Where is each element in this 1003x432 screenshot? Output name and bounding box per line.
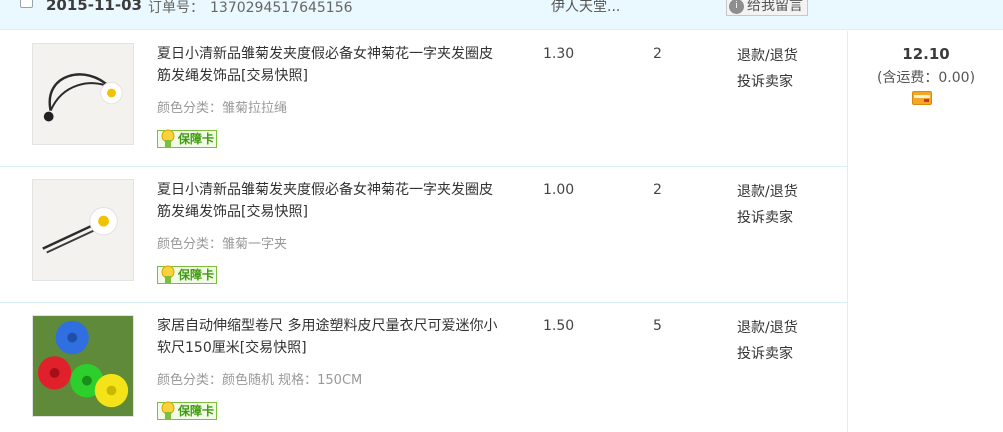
product-thumbnail[interactable] [32, 179, 134, 281]
daisy-hair-tie-icon [33, 44, 133, 144]
quantity: 5 [653, 318, 662, 334]
guarantee-hand-icon [161, 401, 175, 419]
product-title-link[interactable]: 夏日小清新品雏菊发夹度假必备女神菊花一字夹发圈皮筋发绳发饰品[交易快照] [157, 179, 502, 223]
order-number-value: 1370294517645156 [210, 0, 353, 16]
guarantee-hand-icon [161, 265, 175, 283]
unit-price: 1.00 [543, 182, 575, 198]
quantity: 2 [653, 182, 662, 198]
daisy-hair-pin-icon [33, 180, 133, 280]
order-item-row: 夏日小清新品雏菊发夹度假必备女神菊花一字夹发圈皮筋发绳发饰品[交易快照] 颜色分… [0, 31, 848, 167]
product-title-link[interactable]: 家居自动伸缩型卷尺 多用途塑料皮尺量衣尺可爱迷你小软尺150厘米[交易快照] [157, 315, 502, 359]
product-spec: 颜色分类：颜色随机 规格：150CM [157, 373, 363, 388]
complain-seller-link[interactable]: 投诉卖家 [737, 205, 798, 231]
item-actions: 退款/退货 投诉卖家 [737, 315, 798, 367]
guarantee-hand-icon [161, 129, 175, 147]
order-header: 2015-11-03 订单号： 1370294517645156 伊人天堂... … [0, 0, 1003, 30]
guarantee-badge[interactable]: 保障卡 [157, 401, 218, 420]
leave-message-button[interactable]: i 给我留言 [726, 0, 808, 16]
order-item-row: 夏日小清新品雏菊发夹度假必备女神菊花一字夹发圈皮筋发绳发饰品[交易快照] 颜色分… [0, 167, 848, 303]
refund-link[interactable]: 退款/退货 [737, 43, 798, 69]
shipping-fee: (含运费：0.00) [876, 70, 976, 86]
order-summary: 12.10 (含运费：0.00) [849, 31, 1003, 432]
shop-name-link[interactable]: 伊人天堂... [551, 0, 620, 16]
order-items: 夏日小清新品雏菊发夹度假必备女神菊花一字夹发圈皮筋发绳发饰品[交易快照] 颜色分… [0, 31, 848, 432]
message-icon: i [729, 0, 744, 14]
unit-price: 1.50 [543, 318, 575, 334]
order-number: 订单号： 1370294517645156 [148, 0, 353, 17]
item-actions: 退款/退货 投诉卖家 [737, 43, 798, 95]
guarantee-badge[interactable]: 保障卡 [157, 265, 218, 284]
complain-seller-link[interactable]: 投诉卖家 [737, 341, 798, 367]
refund-link[interactable]: 退款/退货 [737, 179, 798, 205]
tape-measures-icon [33, 316, 133, 416]
guarantee-badge-label: 保障卡 [178, 132, 215, 146]
item-actions: 退款/退货 投诉卖家 [737, 179, 798, 231]
refund-link[interactable]: 退款/退货 [737, 315, 798, 341]
guarantee-badge-label: 保障卡 [178, 268, 215, 282]
order-total: 12.10 [902, 45, 950, 63]
product-spec: 颜色分类：雏菊拉拉绳 [157, 101, 288, 116]
order-date: 2015-11-03 [46, 0, 142, 14]
leave-message-label: 给我留言 [747, 0, 803, 14]
product-thumbnail[interactable] [32, 43, 134, 145]
order-select-checkbox[interactable] [20, 0, 33, 8]
guarantee-badge-label: 保障卡 [178, 404, 215, 418]
guarantee-badge[interactable]: 保障卡 [157, 129, 218, 148]
complain-seller-link[interactable]: 投诉卖家 [737, 69, 798, 95]
order-number-label: 订单号： [148, 0, 204, 16]
unit-price: 1.30 [543, 46, 575, 62]
quantity: 2 [653, 46, 662, 62]
product-thumbnail[interactable] [32, 315, 134, 417]
product-spec: 颜色分类：雏菊一字夹 [157, 237, 288, 252]
product-title-link[interactable]: 夏日小清新品雏菊发夹度假必备女神菊花一字夹发圈皮筋发绳发饰品[交易快照] [157, 43, 502, 87]
credit-card-icon[interactable] [912, 91, 932, 105]
order-item-row: 家居自动伸缩型卷尺 多用途塑料皮尺量衣尺可爱迷你小软尺150厘米[交易快照] 颜… [0, 303, 848, 432]
